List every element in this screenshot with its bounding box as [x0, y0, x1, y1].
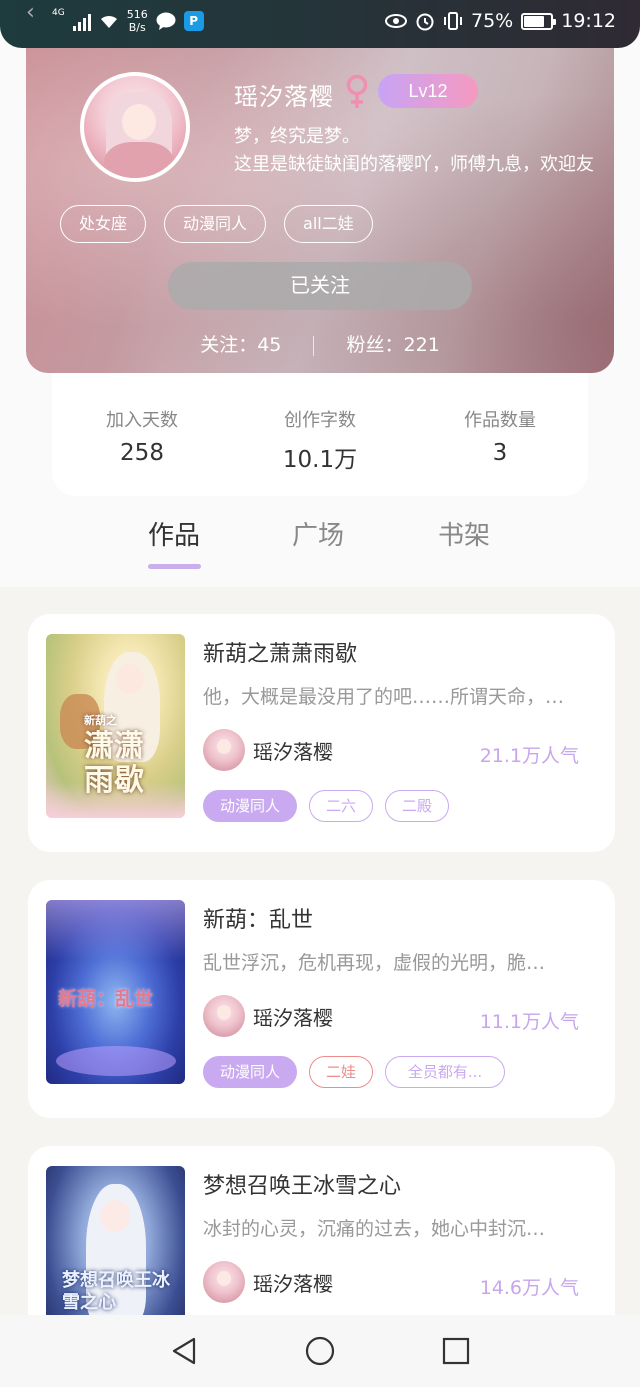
work-title[interactable]: 新葫之萧萧雨歇: [203, 636, 357, 668]
fans-label: 粉丝：: [346, 334, 404, 356]
author-name: 瑶汐落樱: [253, 1271, 333, 1296]
author-avatar: [203, 995, 245, 1037]
profile-tag[interactable]: all二娃: [284, 205, 373, 243]
work-tag[interactable]: 二六: [309, 790, 374, 822]
work-tags: 动漫同人 二娃 全员都有...: [203, 1056, 506, 1088]
work-author[interactable]: 瑶汐落樱: [203, 1261, 333, 1303]
app-notification-icon: P: [183, 11, 204, 31]
work-tag[interactable]: 动漫同人: [203, 1056, 298, 1088]
tab-works[interactable]: 作品: [148, 515, 200, 552]
alarm-icon: [416, 13, 434, 31]
tab-square[interactable]: 广场: [292, 515, 344, 552]
follow-counts: 关注：45 粉丝：221: [26, 330, 614, 357]
author-avatar: [203, 1261, 245, 1303]
profile-username: 瑶汐落樱: [234, 83, 334, 111]
fans-stat[interactable]: 粉丝：221: [347, 334, 440, 356]
stat-label: 加入天数: [106, 410, 178, 431]
stat-value: 3: [492, 440, 508, 466]
work-description: 冰封的心灵，沉痛的过去，她心中封沉…: [203, 1218, 546, 1240]
profile-tag[interactable]: 动漫同人: [164, 205, 267, 243]
eye-icon: [385, 14, 407, 28]
work-popularity: 21.1万人气: [479, 745, 579, 767]
bio-line-2: 这里是缺徒缺闺的落樱吖，师傅九息，欢迎友: [234, 154, 594, 175]
status-bar: ‹ 4G 516 B/s P 75% 19:12: [0, 0, 640, 48]
work-author[interactable]: 瑶汐落樱: [203, 729, 333, 771]
author-avatar: [203, 729, 245, 771]
profile-avatar[interactable]: [80, 72, 190, 182]
work-tag[interactable]: 全员都有...: [385, 1056, 506, 1088]
stat-join-days: 加入天数 258: [52, 406, 232, 466]
divider: [313, 335, 315, 356]
profile-tag[interactable]: 处女座: [60, 205, 147, 243]
stat-value: 10.1万: [282, 447, 358, 473]
nav-back-icon[interactable]: [168, 1335, 200, 1367]
female-icon: [346, 74, 368, 108]
author-name: 瑶汐落樱: [253, 739, 333, 764]
following-stat[interactable]: 关注：45: [200, 334, 281, 356]
stat-value: 258: [120, 440, 164, 466]
work-card[interactable]: 新葫：乱世 新葫：乱世 乱世浮沉，危机再现，虚假的光明，脆… 瑶汐落樱 11.1…: [28, 880, 615, 1118]
work-title[interactable]: 新葫：乱世: [203, 902, 313, 934]
back-chevron-icon[interactable]: ‹: [26, 0, 35, 25]
active-tab-indicator: [148, 564, 201, 569]
battery-level: [524, 15, 544, 27]
profile-tabs: 作品 广场 书架: [0, 515, 640, 575]
cover-title: 潇潇雨歇: [84, 729, 144, 798]
cover-title: 新葫：乱世: [58, 988, 154, 1010]
following-count: 45: [257, 334, 282, 356]
stat-work-count: 作品数量 3: [410, 406, 590, 466]
cover-title: 梦想召唤王冰雪之心: [62, 1270, 170, 1313]
stat-label: 作品数量: [464, 410, 536, 431]
stat-label: 创作字数: [284, 410, 356, 431]
work-description: 乱世浮沉，危机再现，虚假的光明，脆…: [203, 952, 546, 974]
battery-icon: [521, 12, 557, 30]
clock: 19:12: [561, 10, 616, 32]
nav-recents-icon[interactable]: [440, 1335, 472, 1367]
speed-value: 516: [126, 8, 148, 21]
work-cover[interactable]: 新葫之 潇潇雨歇: [46, 634, 185, 818]
signal-icon: [72, 11, 91, 31]
fans-count: 221: [403, 334, 440, 356]
work-tags: 动漫同人 二六 二殿: [203, 790, 450, 822]
profile-bio: 梦，终究是梦。 这里是缺徒缺闺的落樱吖，师傅九息，欢迎友: [234, 123, 594, 179]
work-popularity: 11.1万人气: [479, 1011, 579, 1033]
network-type: 4G: [52, 8, 65, 18]
follow-button[interactable]: 已关注: [168, 262, 472, 310]
following-label: 关注：: [200, 334, 258, 356]
work-author[interactable]: 瑶汐落樱: [203, 995, 333, 1037]
work-tag[interactable]: 二殿: [385, 790, 450, 822]
message-icon: [156, 12, 176, 30]
vibrate-icon: [444, 12, 462, 30]
status-left: 4G 516 B/s P: [52, 8, 204, 34]
work-popularity: 14.6万人气: [479, 1277, 579, 1299]
bio-line-1: 梦，终究是梦。: [234, 126, 360, 147]
work-description: 他，大概是最没用了的吧……所谓天命，…: [203, 686, 565, 708]
work-tag[interactable]: 二娃: [309, 1056, 374, 1088]
nav-home-icon[interactable]: [304, 1335, 336, 1367]
cover-subtitle: 新葫之: [84, 714, 117, 727]
work-cover[interactable]: 新葫：乱世: [46, 900, 185, 1084]
tab-bookshelf[interactable]: 书架: [438, 515, 490, 552]
status-right: 75% 19:12: [385, 10, 616, 32]
battery-percent: 75%: [471, 10, 514, 32]
work-title[interactable]: 梦想召唤王冰雪之心: [203, 1168, 401, 1200]
profile-tags: 处女座 动漫同人 all二娃: [60, 205, 373, 243]
work-tag[interactable]: 动漫同人: [203, 790, 298, 822]
speed-unit: B/s: [128, 21, 146, 34]
stat-word-count: 创作字数 10.1万: [230, 406, 410, 474]
author-name: 瑶汐落樱: [253, 1005, 333, 1030]
system-nav-bar: [0, 1315, 640, 1387]
wifi-icon: [99, 13, 119, 29]
work-card[interactable]: 新葫之 潇潇雨歇 新葫之萧萧雨歇 他，大概是最没用了的吧……所谓天命，… 瑶汐落…: [28, 614, 615, 852]
network-speed: 516 B/s: [127, 8, 148, 34]
level-badge: Lv12: [378, 74, 478, 108]
profile-header: 瑶汐落樱 Lv12 梦，终究是梦。 这里是缺徒缺闺的落樱吖，师傅九息，欢迎友 处…: [26, 30, 614, 373]
